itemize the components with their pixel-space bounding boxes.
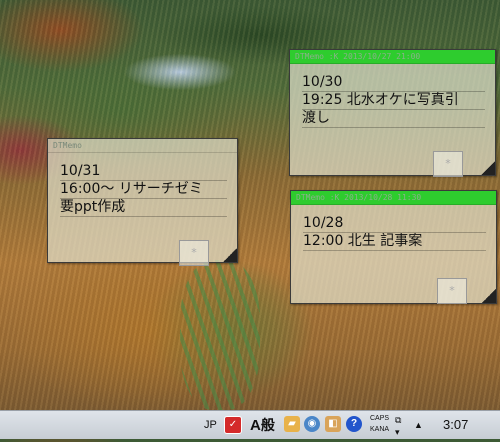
memo-window-2[interactable]: DTMemo :K 2013/10/27 21:00 10/30 19:25 北…: [289, 49, 496, 177]
memo-line: 16:00～ リサーチゼミ: [60, 181, 227, 199]
wallpaper-leaves: [180, 260, 260, 410]
memo-line: 10/28: [303, 215, 486, 233]
ime-mode-label: A: [250, 417, 261, 434]
memo-window-3[interactable]: DTMemo :K 2013/10/28 11:30 10/28 12:00 北…: [290, 190, 497, 304]
show-hidden-icons-button[interactable]: ▲: [414, 411, 423, 439]
memo-pin-button[interactable]: *: [437, 278, 467, 304]
memo-title-bar[interactable]: DTMemo :K 2013/10/28 11:30: [291, 191, 496, 205]
check-icon[interactable]: ✓: [224, 416, 242, 434]
memo-text[interactable]: 10/30 19:25 北水オケに写真引 渡し: [290, 64, 495, 128]
memo-line: 19:25 北水オケに写真引: [302, 92, 485, 110]
language-indicator[interactable]: JP: [204, 411, 217, 439]
memo-pin-button[interactable]: *: [433, 151, 463, 177]
resize-grip-icon[interactable]: [481, 161, 495, 175]
caps-label: CAPS: [370, 415, 390, 422]
taskbar: JP ✓ A般 ▰ ◉ ◧ ? CAPS KANA ⧉ ▾ ▲ 3:07: [0, 410, 500, 439]
clock[interactable]: 3:07: [443, 411, 468, 439]
memo-line: 10/31: [60, 163, 227, 181]
memo-text[interactable]: 10/28 12:00 北生 記事案: [291, 205, 496, 251]
ime-mode-button[interactable]: A般: [250, 411, 275, 439]
kana-label: KANA: [370, 426, 390, 433]
help-icon[interactable]: ?: [346, 416, 362, 432]
ime-kanji-label: 般: [260, 417, 275, 433]
memo-line: 渡し: [302, 110, 485, 128]
memo-text[interactable]: 10/31 16:00～ リサーチゼミ 要ppt作成: [48, 153, 237, 217]
resize-grip-icon[interactable]: [482, 289, 496, 303]
memo-window-1[interactable]: DTMemo 10/31 16:00～ リサーチゼミ 要ppt作成 *: [47, 138, 238, 266]
package-icon[interactable]: ◧: [325, 416, 341, 432]
disk-icon[interactable]: ◉: [304, 416, 320, 432]
memo-line: 10/30: [302, 74, 485, 92]
caps-kana-indicator[interactable]: CAPS KANA: [370, 413, 389, 435]
memo-title-bar[interactable]: DTMemo: [48, 139, 237, 153]
memo-line: 12:00 北生 記事案: [303, 233, 486, 251]
folder-icon[interactable]: ▰: [284, 416, 300, 432]
resize-grip-icon[interactable]: [223, 248, 237, 262]
memo-line: 要ppt作成: [60, 199, 227, 217]
memo-title-bar[interactable]: DTMemo :K 2013/10/27 21:00: [290, 50, 495, 64]
memo-pin-button[interactable]: *: [179, 240, 209, 266]
